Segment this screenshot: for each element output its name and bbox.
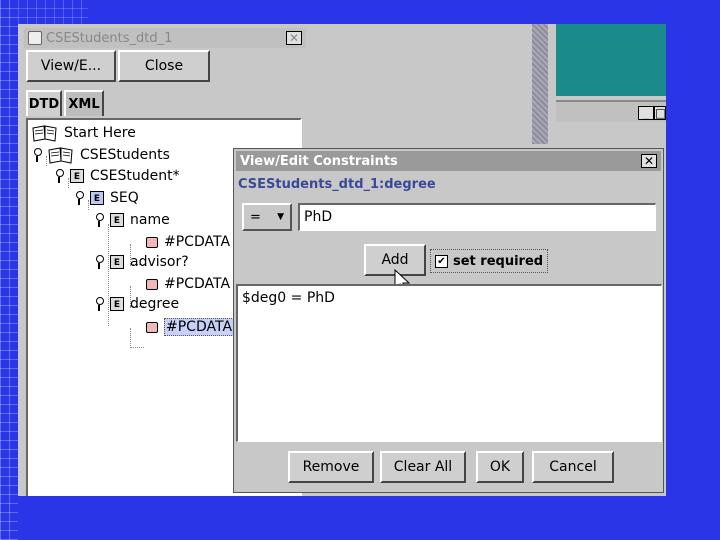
constraint-list[interactable]: $deg0 = PhD xyxy=(236,284,662,442)
element-icon: E xyxy=(110,297,124,311)
tree-node-label: advisor? xyxy=(130,254,189,270)
minimize-icon[interactable]: _ xyxy=(638,106,654,120)
main-window-titlebar[interactable]: CSEStudents_dtd_1 ✕ xyxy=(24,28,306,48)
set-required-checkbox[interactable]: ✔ set required xyxy=(430,249,549,273)
tab-xml[interactable]: XML xyxy=(64,90,104,116)
constraints-dialog: View/Edit Constraints ✕ CSEStudents_dtd_… xyxy=(233,148,664,493)
value-input[interactable]: PhD xyxy=(298,203,656,231)
seq-icon: E xyxy=(90,191,104,205)
operator-select[interactable]: = ▼ xyxy=(242,203,292,231)
maximize-icon[interactable]: □ xyxy=(654,106,666,120)
pin-icon xyxy=(94,297,104,311)
book-icon xyxy=(32,124,58,142)
close-icon[interactable]: ✕ xyxy=(641,154,657,168)
tree-node-label: #PCDATA xyxy=(164,276,231,292)
element-icon: E xyxy=(70,169,84,183)
tree-node-label: #PCDATA xyxy=(164,318,235,336)
chevron-down-icon: ▼ xyxy=(277,212,284,222)
tree-node-csestudent[interactable]: E CSEStudent* xyxy=(54,168,180,184)
book-icon xyxy=(48,146,74,164)
clear-all-button[interactable]: Clear All xyxy=(380,451,466,483)
tree-node-label: #PCDATA xyxy=(164,234,231,250)
view-edit-button[interactable]: View/E... xyxy=(26,50,116,82)
tree-node-seq[interactable]: E SEQ xyxy=(74,190,139,206)
tree-node-label: SEQ xyxy=(110,190,139,206)
value-input-text: PhD xyxy=(304,209,333,225)
tree-node-name[interactable]: E name xyxy=(94,212,170,228)
pcdata-icon xyxy=(146,278,158,290)
element-icon: E xyxy=(110,255,124,269)
constraint-item[interactable]: $deg0 = PhD xyxy=(242,290,335,306)
pin-icon xyxy=(94,255,104,269)
set-required-label: set required xyxy=(453,253,544,269)
close-icon[interactable]: ✕ xyxy=(286,31,302,45)
pcdata-icon xyxy=(146,321,158,333)
dialog-title: View/Edit Constraints xyxy=(240,153,398,169)
pin-icon xyxy=(54,169,64,183)
tree-node-label: name xyxy=(130,212,170,228)
scrollbar-strip[interactable] xyxy=(532,24,548,144)
tab-dtd[interactable]: DTD xyxy=(26,90,62,116)
close-button[interactable]: Close xyxy=(118,50,210,82)
pin-icon xyxy=(32,148,42,162)
tree-root[interactable]: Start Here xyxy=(32,124,136,142)
remove-button[interactable]: Remove xyxy=(288,451,374,483)
pin-icon xyxy=(94,213,104,227)
tree-node-pcdata[interactable]: #PCDATA xyxy=(146,276,230,292)
tree-node-label: CSEStudents xyxy=(80,147,170,163)
dialog-subtitle: CSEStudents_dtd_1:degree xyxy=(238,177,436,192)
tree-node-degree[interactable]: E degree xyxy=(94,296,179,312)
app-icon xyxy=(28,31,42,45)
tree-node-pcdata[interactable]: #PCDATA xyxy=(146,234,230,250)
operator-value: = xyxy=(250,209,261,225)
main-window-title: CSEStudents_dtd_1 xyxy=(46,30,173,46)
slide-border-pattern-top xyxy=(18,0,88,24)
tree-node-csestudents[interactable]: CSEStudents xyxy=(32,146,170,164)
element-icon: E xyxy=(110,213,124,227)
dialog-titlebar[interactable]: View/Edit Constraints ✕ xyxy=(236,151,661,171)
tree-node-label: Start Here xyxy=(64,125,136,141)
slide-border-pattern xyxy=(0,0,18,540)
ok-button[interactable]: OK xyxy=(476,451,524,483)
teal-window xyxy=(556,24,666,96)
tree-node-pcdata-selected[interactable]: #PCDATA xyxy=(146,318,235,336)
tree-node-label: degree xyxy=(130,296,180,312)
pcdata-icon xyxy=(146,236,158,248)
tree-node-advisor[interactable]: E advisor? xyxy=(94,254,189,270)
cancel-button[interactable]: Cancel xyxy=(532,451,614,483)
pin-icon xyxy=(74,191,84,205)
tree-node-label: CSEStudent* xyxy=(90,168,180,184)
checkbox-checked-icon: ✔ xyxy=(435,254,448,268)
